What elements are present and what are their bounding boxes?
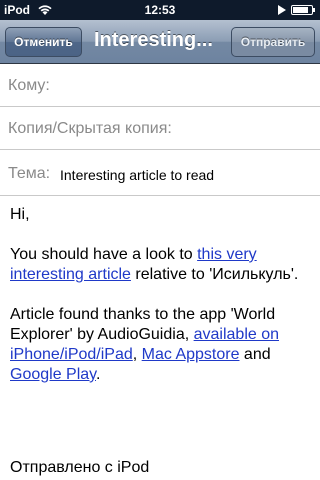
status-bar: iPod 12:53 xyxy=(0,0,320,20)
subject-value[interactable]: Interesting article to read xyxy=(60,167,214,183)
p1-text-end: relative to 'Исилькуль'. xyxy=(130,266,299,283)
to-field[interactable]: Кому: xyxy=(0,64,320,107)
battery-icon xyxy=(291,5,313,15)
battery-tip xyxy=(313,8,315,12)
to-label: Кому: xyxy=(8,77,50,94)
subject-field[interactable]: Тема: Interesting article to read xyxy=(0,150,320,196)
subject-label: Тема: xyxy=(8,165,51,182)
send-button[interactable]: Отправить xyxy=(231,27,315,57)
body-paragraph-2: Article found thanks to the app 'World E… xyxy=(10,305,310,385)
navigation-bar: Отменить Interesting... Отправить xyxy=(0,20,320,64)
p2-sep-1: , xyxy=(132,346,142,363)
p1-text: You should have a look to xyxy=(10,246,198,263)
body-paragraph-1: You should have a look to this very inte… xyxy=(10,245,310,285)
message-body[interactable]: Hi, You should have a look to this very … xyxy=(10,205,310,405)
greeting-text: Hi, xyxy=(10,206,30,223)
cancel-button[interactable]: Отменить xyxy=(5,27,82,57)
mac-appstore-link[interactable]: Mac Appstore xyxy=(142,346,240,363)
cc-bcc-field[interactable]: Копия/Скрытая копия: xyxy=(0,107,320,150)
signature: Отправлено с iPod xyxy=(10,459,150,476)
cc-bcc-label: Копия/Скрытая копия: xyxy=(8,120,172,137)
p2-sep-2: and xyxy=(239,346,271,363)
play-icon xyxy=(278,5,286,15)
p2-end: . xyxy=(95,366,101,383)
page-title: Interesting... xyxy=(94,29,213,51)
clock: 12:53 xyxy=(144,3,176,17)
google-play-link[interactable]: Google Play xyxy=(10,366,96,383)
battery-level xyxy=(293,7,308,13)
greeting: Hi, xyxy=(10,205,310,225)
